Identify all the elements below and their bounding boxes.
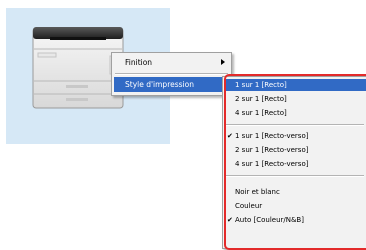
menu-item-style-impression[interactable]: Style d'impression [114, 77, 229, 92]
submenu-item-noir-et-blanc[interactable]: Noir et blanc [225, 186, 366, 198]
submenu-item-2-sur-1-recto-verso[interactable]: 2 sur 1 [Recto-verso] [225, 144, 366, 156]
submenu-item-couleur[interactable]: Couleur [225, 200, 366, 212]
check-icon: ✔ [227, 132, 233, 140]
submenu-item-label: Auto [Couleur/N&B] [235, 216, 304, 224]
submenu-item-4-sur-1-recto-verso[interactable]: 4 sur 1 [Recto-verso] [225, 158, 366, 170]
submenu-item-label: 1 sur 1 [Recto] [235, 81, 287, 89]
menu-separator [226, 124, 364, 126]
submenu-item-2-sur-1-recto[interactable]: 2 sur 1 [Recto] [225, 93, 366, 105]
submenu-item-auto-couleur-nb[interactable]: ✔ Auto [Couleur/N&B] [225, 214, 366, 226]
submenu-item-label: 2 sur 1 [Recto-verso] [235, 146, 309, 154]
menu-separator [226, 175, 364, 177]
submenu-item-label: 4 sur 1 [Recto-verso] [235, 160, 309, 168]
menu-separator [115, 73, 228, 75]
submenu-item-1-sur-1-recto[interactable]: 1 sur 1 [Recto] [225, 79, 366, 91]
submenu-item-1-sur-1-recto-verso[interactable]: ✔ 1 sur 1 [Recto-verso] [225, 130, 366, 142]
submenu-arrow-icon [221, 59, 225, 65]
submenu-item-label: 1 sur 1 [Recto-verso] [235, 132, 309, 140]
menu-item-label: Finition [125, 58, 153, 67]
submenu-item-label: Noir et blanc [235, 188, 280, 196]
menu-item-finition[interactable]: Finition [114, 55, 229, 70]
submenu-item-4-sur-1-recto[interactable]: 4 sur 1 [Recto] [225, 107, 366, 119]
check-icon: ✔ [227, 216, 233, 224]
menu-item-label: Style d'impression [125, 80, 194, 89]
context-menu: Finition Style d'impression [111, 52, 232, 96]
submenu-item-label: 4 sur 1 [Recto] [235, 109, 287, 117]
submenu-style-impression: 1 sur 1 [Recto] 2 sur 1 [Recto] 4 sur 1 … [222, 76, 366, 249]
submenu-item-label: Couleur [235, 202, 263, 210]
submenu-item-label: 2 sur 1 [Recto] [235, 95, 287, 103]
